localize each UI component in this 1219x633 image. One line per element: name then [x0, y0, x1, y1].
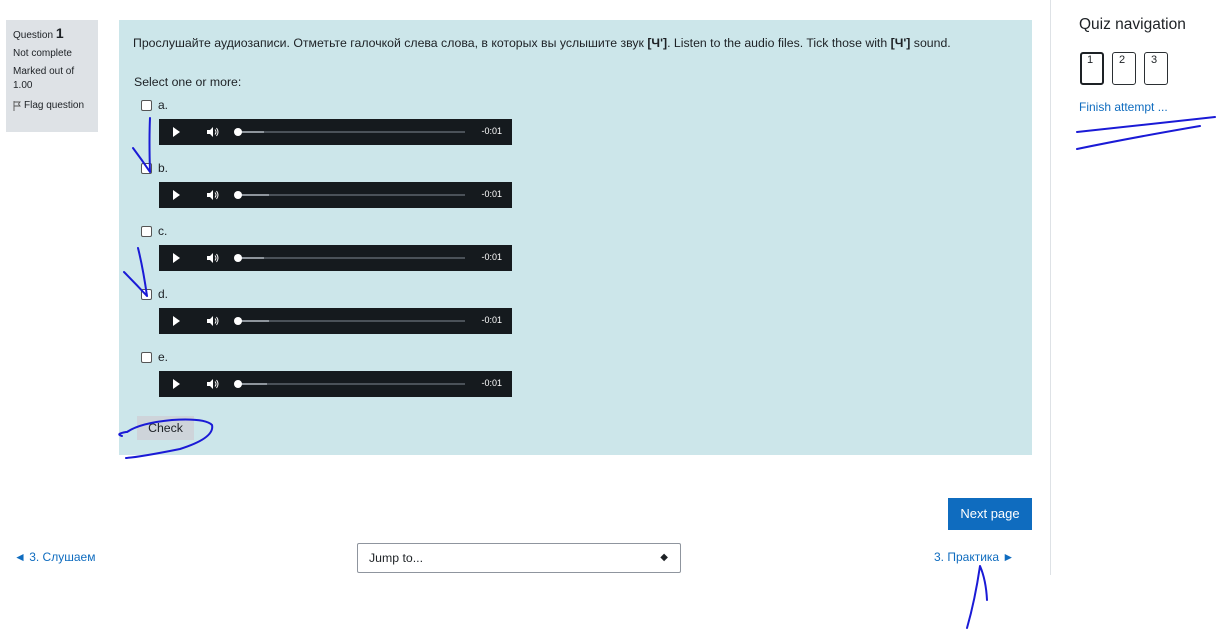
- quiz-nav-button-3[interactable]: 3: [1144, 52, 1168, 85]
- audio-player: -0:01: [159, 308, 512, 334]
- audio-time: -0:01: [481, 315, 502, 325]
- flag-question-button[interactable]: Flag question: [13, 99, 98, 113]
- question-number-value: 1: [55, 25, 64, 41]
- option-label: b.: [158, 161, 169, 175]
- audio-player: -0:01: [159, 119, 512, 145]
- jump-to-value: Jump to...: [369, 551, 423, 565]
- audio-player: -0:01: [159, 182, 512, 208]
- finish-underline-ink-1: [1076, 116, 1216, 133]
- next-activity-link[interactable]: 3. Практика ►: [934, 550, 1014, 564]
- option-header: b.: [141, 160, 512, 176]
- answer-option: a. -0:01: [141, 97, 512, 145]
- audio-progress-track[interactable]: [237, 194, 465, 196]
- column-divider: [1050, 0, 1051, 575]
- question-text-part-2: . Listen to the audio files. Tick those …: [667, 36, 891, 50]
- question-sound-1: [Ч']: [647, 36, 668, 50]
- option-checkbox[interactable]: [141, 99, 152, 111]
- question-status: Not complete: [13, 48, 72, 59]
- play-icon[interactable]: [173, 316, 180, 326]
- option-label: e.: [158, 350, 169, 364]
- finish-underline-ink-2: [1076, 125, 1201, 150]
- volume-icon[interactable]: [205, 188, 219, 202]
- question-content: Прослушайте аудиозаписи. Отметьте галочк…: [119, 20, 1032, 455]
- audio-progress-track[interactable]: [237, 131, 465, 133]
- answer-option: e. -0:01: [141, 349, 512, 397]
- option-header: e.: [141, 349, 512, 365]
- question-marks: 1.00: [13, 80, 33, 91]
- audio-seek-handle[interactable]: [234, 254, 242, 262]
- question-sound-2: [Ч']: [890, 36, 911, 50]
- audio-time: -0:01: [481, 126, 502, 136]
- next-link-arrow-ink: [966, 565, 988, 629]
- audio-progress-track[interactable]: [237, 320, 465, 322]
- question-text-part-3: sound.: [910, 36, 951, 50]
- jump-to-select[interactable]: Jump to... ◆: [357, 543, 681, 573]
- audio-seek-handle[interactable]: [234, 128, 242, 136]
- check-button[interactable]: Check: [137, 416, 194, 440]
- option-label: c.: [158, 224, 168, 238]
- audio-time: -0:01: [481, 252, 502, 262]
- answer-prompt: Select one or more:: [134, 75, 242, 89]
- audio-seek-handle[interactable]: [234, 317, 242, 325]
- question-label: Question: [13, 30, 54, 41]
- option-label: d.: [158, 287, 169, 301]
- question-marked-label: Marked out of: [13, 66, 75, 77]
- question-info: Question 1 Not complete Marked out of 1.…: [6, 20, 98, 132]
- previous-activity-link[interactable]: ◄ 3. Слушаем: [14, 550, 95, 564]
- answer-option: d. -0:01: [141, 286, 512, 334]
- audio-progress-track[interactable]: [237, 383, 465, 385]
- option-header: c.: [141, 223, 512, 239]
- audio-seek-handle[interactable]: [234, 380, 242, 388]
- volume-icon[interactable]: [205, 251, 219, 265]
- audio-player: -0:01: [159, 371, 512, 397]
- option-header: a.: [141, 97, 512, 113]
- flag-icon: [13, 101, 21, 111]
- question-number: Question 1: [13, 26, 98, 43]
- option-checkbox[interactable]: [141, 162, 152, 174]
- quiz-nav-button-2[interactable]: 2: [1112, 52, 1136, 85]
- audio-progress-track[interactable]: [237, 257, 465, 259]
- audio-player: -0:01: [159, 245, 512, 271]
- option-header: d.: [141, 286, 512, 302]
- play-icon[interactable]: [173, 379, 180, 389]
- option-checkbox[interactable]: [141, 288, 152, 300]
- volume-icon[interactable]: [205, 314, 219, 328]
- volume-icon[interactable]: [205, 125, 219, 139]
- question-text-part-1: Прослушайте аудиозаписи. Отметьте галочк…: [133, 36, 648, 50]
- option-checkbox[interactable]: [141, 351, 152, 363]
- option-label: a.: [158, 98, 169, 112]
- next-page-button[interactable]: Next page: [948, 498, 1032, 530]
- question-text: Прослушайте аудиозаписи. Отметьте галочк…: [133, 36, 951, 50]
- play-icon[interactable]: [173, 127, 180, 137]
- option-checkbox[interactable]: [141, 225, 152, 237]
- play-icon[interactable]: [173, 190, 180, 200]
- finish-attempt-link[interactable]: Finish attempt ...: [1079, 100, 1168, 114]
- answer-option: c. -0:01: [141, 223, 512, 271]
- quiz-nav-button-1[interactable]: 1: [1080, 52, 1104, 85]
- flag-question-label: Flag question: [24, 100, 85, 111]
- audio-time: -0:01: [481, 189, 502, 199]
- audio-time: -0:01: [481, 378, 502, 388]
- play-icon[interactable]: [173, 253, 180, 263]
- quiz-navigation-title: Quiz navigation: [1079, 16, 1186, 33]
- volume-icon[interactable]: [205, 377, 219, 391]
- answer-option: b. -0:01: [141, 160, 512, 208]
- select-caret-icon: ◆: [660, 552, 668, 563]
- audio-seek-handle[interactable]: [234, 191, 242, 199]
